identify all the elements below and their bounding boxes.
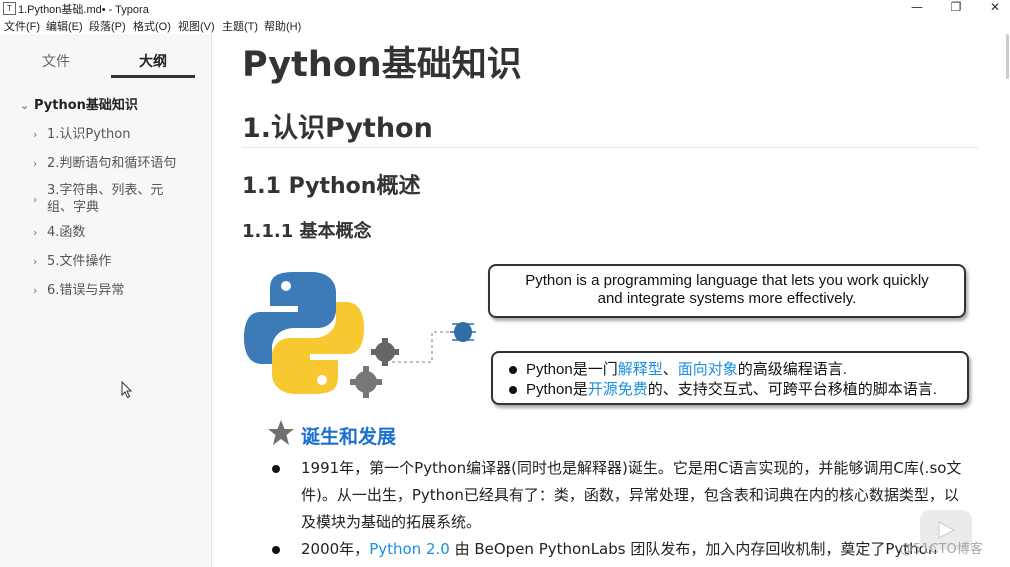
doc-heading-1: Python基础知识 <box>242 45 522 85</box>
outline-item-label: 2.判断语句和循环语句 <box>47 156 177 171</box>
python-features-box: Python是一门解释型、面向对象的高级编程语言. Python是开源免费的、支… <box>491 351 969 405</box>
menu-paragraph[interactable]: 段落(P) <box>89 18 126 34</box>
python-quote-box: Python is a programming language that le… <box>488 264 966 318</box>
outline-item-label: 6.错误与异常 <box>47 283 125 298</box>
bullet-text: 的、支持交互式、可跨平台移植的脚本语言. <box>647 381 937 398</box>
chevron-right-icon[interactable]: › <box>33 182 47 208</box>
maximize-button[interactable]: ❐ <box>938 0 974 17</box>
bullet-separator: 、 <box>662 361 678 378</box>
chevron-down-icon[interactable]: ⌄ <box>20 97 34 114</box>
bullet-text: 的高级编程语言. <box>737 361 847 378</box>
tab-outline[interactable]: 大纲 <box>139 51 167 71</box>
mouse-cursor-icon <box>121 381 133 399</box>
section-title: 诞生和发展 <box>301 426 397 448</box>
bullet-text: Python是一门 <box>526 361 618 378</box>
feature-bullet-1: Python是一门解释型、面向对象的高级编程语言. <box>509 358 847 379</box>
outline-item-5[interactable]: › 5.文件操作 <box>33 253 111 270</box>
outline-item-label: Python基础知识 <box>34 98 138 113</box>
menu-theme[interactable]: 主题(T) <box>222 18 258 34</box>
menu-edit[interactable]: 编辑(E) <box>46 18 83 34</box>
outline-item-python-basics[interactable]: ⌄ Python基础知识 <box>20 97 138 114</box>
minimize-button[interactable]: — <box>899 0 935 17</box>
python-logo-graphic <box>244 272 476 398</box>
python-2-highlight: Python 2.0 <box>369 540 450 558</box>
outline-item-4[interactable]: › 4.函数 <box>33 224 85 241</box>
star-icon <box>268 420 294 445</box>
menu-bar: 文件(F) 编辑(E) 段落(P) 格式(O) 视图(V) 主题(T) 帮助(H… <box>0 17 1010 34</box>
chevron-right-icon[interactable]: › <box>33 126 47 143</box>
highlight-open-source: 开源免费 <box>587 381 648 398</box>
outline-item-2[interactable]: › 2.判断语句和循环语句 <box>33 155 176 172</box>
outline-item-label: 4.函数 <box>47 225 86 240</box>
outline-item-1[interactable]: › 1.认识Python <box>33 126 130 143</box>
highlight-interpreted: 解释型 <box>617 361 663 378</box>
chevron-right-icon[interactable]: › <box>33 155 47 172</box>
python-intro-figure: Python is a programming language that le… <box>242 262 982 414</box>
watermark: @51CTO博客 <box>900 542 983 557</box>
highlight-oop: 面向对象 <box>677 361 738 378</box>
editor-scrollbar[interactable] <box>1006 34 1009 79</box>
quote-line-1: Python is a programming language that le… <box>525 272 929 289</box>
close-button[interactable]: ✕ <box>977 0 1010 17</box>
active-tab-indicator <box>111 75 195 78</box>
bullet-icon <box>272 465 280 473</box>
outline-item-3[interactable]: ›3.字符串、列表、元组、字典 <box>33 182 177 216</box>
outline-item-label: 3.字符串、列表、元组、字典 <box>47 183 164 215</box>
window-title: 1.Python基础.md• - Typora <box>18 4 149 16</box>
outline-item-6[interactable]: › 6.错误与异常 <box>33 282 124 299</box>
menu-format[interactable]: 格式(O) <box>133 18 171 34</box>
bullet-icon <box>509 386 517 395</box>
sidebar: 文件 大纲 ⌄ Python基础知识 › 1.认识Python › 2.判断语句和循环… <box>0 34 212 567</box>
chevron-right-icon[interactable]: › <box>33 253 47 270</box>
doc-heading-3: 1.1 Python概述 <box>242 174 421 199</box>
feature-bullet-2: Python是开源免费的、支持交互式、可跨平台移植的脚本语言. <box>509 378 937 399</box>
menu-help[interactable]: 帮助(H) <box>264 18 301 34</box>
chevron-right-icon[interactable]: › <box>33 224 47 241</box>
menu-view[interactable]: 视图(V) <box>178 18 215 34</box>
quote-line-2: and integrate systems more effectively. <box>597 290 857 307</box>
menu-file[interactable]: 文件(F) <box>4 18 40 34</box>
doc-heading-2: 1.认识Python <box>242 113 433 144</box>
history-paragraph-1: 1991年，第一个Python编译器(同时也是解释器)诞生。它是用C语言实现的，… <box>301 459 962 531</box>
heading-divider <box>242 147 978 148</box>
bug-icon <box>450 322 476 342</box>
typora-app-icon: T <box>3 2 16 15</box>
doc-heading-4: 1.1.1 基本概念 <box>242 221 372 242</box>
title-bar: T 1.Python基础.md• - Typora — ❐ ✕ <box>0 0 1010 17</box>
gear-icon <box>350 366 382 398</box>
editor-area[interactable]: Python基础知识 1.认识Python 1.1 Python概述 1.1.1… <box>212 34 1010 567</box>
python-logo-icon <box>244 272 364 394</box>
tab-files[interactable]: 文件 <box>42 51 70 71</box>
para-text: 由 BeOpen PythonLabs 团队发布，加入内存回收机制，奠定了Pyt… <box>449 540 938 558</box>
para-text: 2000年， <box>301 540 370 558</box>
bullet-icon <box>272 546 280 554</box>
bullet-text: Python是 <box>526 381 588 398</box>
history-paragraph-2: 2000年，Python 2.0 由 BeOpen PythonLabs 团队发… <box>301 536 971 563</box>
outline-item-label: 1.认识Python <box>47 127 131 142</box>
outline-item-label: 5.文件操作 <box>47 254 112 269</box>
chevron-right-icon[interactable]: › <box>33 282 47 299</box>
bullet-icon <box>509 366 517 375</box>
